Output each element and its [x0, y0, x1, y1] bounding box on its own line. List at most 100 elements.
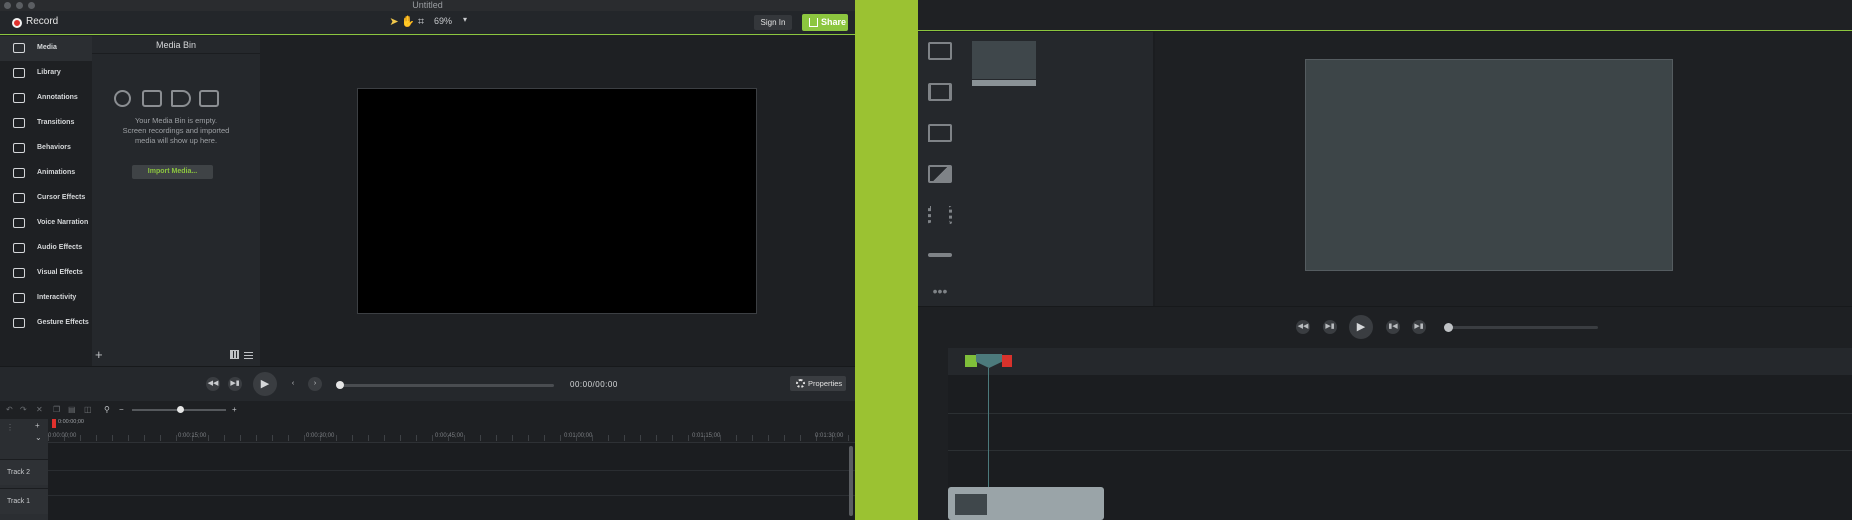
annotation-icon[interactable] — [928, 124, 952, 142]
sidebar-item-label: Transitions — [37, 119, 75, 126]
add-track-icon[interactable]: + — [35, 421, 40, 430]
transition-icon[interactable] — [928, 165, 952, 183]
chevron-down-icon[interactable]: ⌄ — [35, 433, 42, 442]
tick-label: 0:01:30;00 — [815, 433, 844, 439]
sidebar-item-label: Cursor Effects — [37, 194, 86, 201]
sidebar-item-audio-effects[interactable]: Audio Effects — [0, 236, 92, 261]
sidebar-item-gesture-effects[interactable]: Gesture Effects — [0, 311, 92, 336]
list-view-icon[interactable] — [244, 350, 253, 359]
wand-icon — [13, 268, 25, 278]
preview-canvas-zoomed[interactable] — [1305, 59, 1673, 271]
track-header-column-zoomed — [918, 348, 948, 520]
record-button[interactable]: Record — [26, 16, 58, 27]
time-ruler-zoomed[interactable] — [948, 348, 1852, 375]
sidebar-item-voice-narration[interactable]: Voice Narration — [0, 211, 92, 236]
media-clip[interactable] — [948, 487, 1104, 520]
timeline-tracks[interactable] — [48, 443, 855, 520]
time-ruler[interactable] — [48, 419, 855, 443]
arrow-tool-icon[interactable]: ➤ — [388, 16, 400, 28]
sidebar-item-interactivity[interactable]: Interactivity — [0, 286, 92, 311]
more-icon[interactable]: ••• — [928, 284, 952, 304]
record-icon[interactable] — [12, 18, 22, 28]
add-icon[interactable]: + — [95, 347, 103, 362]
sidebar-item-animations[interactable]: Animations — [0, 161, 92, 186]
sidebar-item-media[interactable]: Media — [0, 36, 92, 61]
editor-window-zoomed: ••• ◀◀ ▶▮ ▶ ▮◀ ▶▮ — [918, 0, 1852, 520]
cut-icon[interactable]: ✕ — [36, 405, 43, 414]
tick-label: 0:01:00;00 — [564, 433, 593, 439]
step-forward-icon[interactable]: ▶▮ — [1323, 320, 1337, 334]
zoom-in-icon[interactable]: + — [232, 405, 237, 414]
sidebar: Media Library Annotations Transitions Be… — [0, 36, 92, 366]
step-forward-icon[interactable]: ▶▮ — [228, 377, 242, 391]
playhead-in-handle[interactable] — [965, 355, 977, 367]
play-button[interactable]: ▶ — [253, 372, 277, 396]
tick-label: 0:01:15;00 — [692, 433, 721, 439]
sidebar-item-library[interactable]: Library — [0, 61, 92, 86]
behaviors-icon[interactable] — [928, 206, 952, 224]
scrub-bar[interactable] — [1448, 326, 1598, 329]
grid-view-icon[interactable] — [230, 350, 239, 359]
rewind-icon[interactable]: ◀◀ — [206, 377, 220, 391]
empty-message-line: Screen recordings and imported — [122, 126, 230, 135]
media-thumbnail[interactable] — [972, 41, 1036, 79]
speaker-icon — [13, 243, 25, 253]
chevron-down-icon[interactable]: ▾ — [463, 15, 467, 24]
playhead-marker[interactable] — [52, 419, 56, 428]
zoom-out-icon[interactable]: − — [119, 405, 124, 414]
hand-tool-icon[interactable]: ✋ — [401, 16, 415, 28]
previous-icon[interactable]: ‹ — [286, 377, 300, 391]
track-header-1[interactable]: Track 1 — [0, 488, 48, 514]
play-button[interactable]: ▶ — [1349, 315, 1373, 339]
copy-icon[interactable]: ❐ — [53, 405, 60, 414]
scrub-bar[interactable] — [340, 384, 554, 387]
split-icon[interactable]: ◫ — [84, 405, 92, 414]
sidebar-item-label: Behaviors — [37, 144, 71, 151]
zoom-level[interactable]: 69% — [434, 16, 452, 26]
speaker-icon — [171, 90, 191, 107]
playhead-out-handle[interactable] — [1002, 355, 1012, 367]
animation-icon[interactable] — [928, 253, 952, 257]
sidebar-item-behaviors[interactable]: Behaviors — [0, 136, 92, 161]
empty-message-line: media will show up here. — [134, 136, 218, 145]
sidebar-item-visual-effects[interactable]: Visual Effects — [0, 261, 92, 286]
tick-label: 0:00:45;00 — [435, 433, 464, 439]
share-button[interactable]: Share — [802, 14, 848, 31]
scrub-handle[interactable] — [336, 381, 344, 389]
crop-tool-icon[interactable]: ⌗ — [415, 16, 427, 28]
transition-icon — [13, 118, 25, 128]
previous-icon[interactable]: ▮◀ — [1386, 320, 1400, 334]
library-icon — [13, 68, 25, 78]
next-icon[interactable]: › — [308, 377, 322, 391]
sign-in-button[interactable]: Sign In — [754, 15, 792, 30]
sidebar-item-label: Interactivity — [37, 294, 77, 301]
timeline-scrollbar[interactable] — [849, 446, 853, 516]
track-label: Track 2 — [7, 469, 31, 476]
rewind-icon[interactable]: ◀◀ — [1296, 320, 1310, 334]
magnet-icon[interactable]: ⋮ — [6, 423, 14, 432]
undo-icon[interactable]: ↶ — [6, 405, 13, 414]
sidebar-item-label: Gesture Effects — [37, 319, 89, 326]
film-icon[interactable] — [928, 42, 952, 60]
timeline-zoom-handle[interactable] — [177, 406, 184, 413]
sidebar-item-transitions[interactable]: Transitions — [0, 111, 92, 136]
preview-canvas[interactable] — [357, 88, 757, 314]
redo-icon[interactable]: ↷ — [20, 405, 27, 414]
scrub-handle[interactable] — [1444, 323, 1453, 332]
track-header-2[interactable]: Track 2 — [0, 459, 48, 485]
zoom-icon[interactable]: ⚲ — [104, 405, 110, 414]
sidebar-item-cursor-effects[interactable]: Cursor Effects — [0, 186, 92, 211]
properties-label: Properties — [808, 379, 843, 388]
library-icon[interactable] — [928, 83, 952, 101]
next-icon[interactable]: ▶▮ — [1412, 320, 1426, 334]
canvas-area-zoomed — [1155, 32, 1852, 306]
media-bin-zoomed — [962, 32, 1154, 306]
track-divider — [48, 495, 855, 496]
sidebar-item-annotations[interactable]: Annotations — [0, 86, 92, 111]
import-media-button[interactable]: Import Media... — [132, 165, 213, 179]
gear-icon — [796, 379, 805, 388]
paste-icon[interactable]: ▤ — [68, 405, 76, 414]
microphone-icon — [13, 218, 25, 228]
properties-button[interactable]: Properties — [790, 376, 846, 391]
media-bin-panel: Media Bin Your Media Bin is empty. Scree… — [92, 36, 260, 366]
